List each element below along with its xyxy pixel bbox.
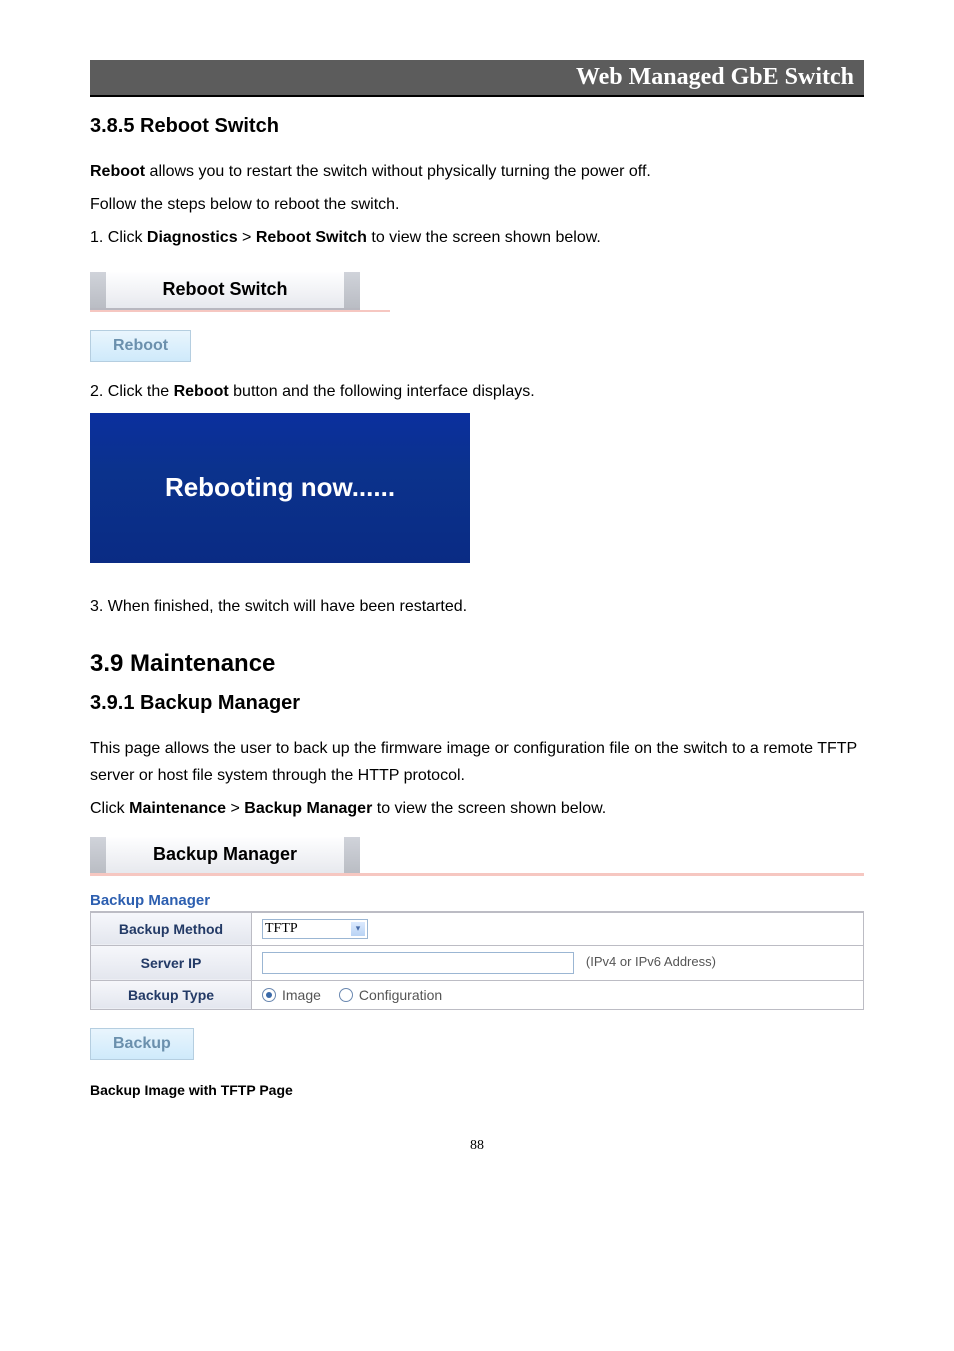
reboot-intro-line1: Reboot allows you to restart the switch … <box>90 158 864 185</box>
nav-mid: > <box>226 800 244 817</box>
nav-prefix: Click <box>90 800 129 817</box>
step2-suffix: button and the following interface displ… <box>229 383 535 400</box>
nav-backup-manager: Backup Manager <box>244 800 372 817</box>
nav-maintenance: Maintenance <box>129 800 226 817</box>
step1-diagnostics: Diagnostics <box>147 229 238 246</box>
server-ip-input[interactable] <box>262 952 574 974</box>
page-number: 88 <box>90 1138 864 1154</box>
radio-image[interactable] <box>262 988 276 1002</box>
backup-caption: Backup Image with TFTP Page <box>90 1082 864 1098</box>
backup-manager-section-label: Backup Manager <box>90 892 864 912</box>
rebooting-text: Rebooting now...... <box>165 472 395 503</box>
row-backup-method: Backup Method TFTP ▾ <box>91 912 864 945</box>
backup-method-select[interactable]: TFTP ▾ <box>262 919 368 939</box>
chapter-heading-maintenance: 3.9 Maintenance <box>90 650 864 678</box>
backup-intro: This page allows the user to back up the… <box>90 735 864 789</box>
reboot-intro-rest: allows you to restart the switch without… <box>145 163 651 180</box>
step1-reboot-switch: Reboot Switch <box>256 229 367 246</box>
backup-panel-header: Backup Manager <box>90 837 864 876</box>
reboot-button[interactable]: Reboot <box>90 330 191 362</box>
server-ip-cell: (IPv4 or IPv6 Address) <box>252 945 864 980</box>
radio-configuration[interactable] <box>339 988 353 1002</box>
step1-prefix: 1. Click <box>90 229 147 246</box>
document-header-title: Web Managed GbE Switch <box>576 64 854 90</box>
server-ip-label: Server IP <box>91 945 252 980</box>
backup-nav: Click Maintenance > Backup Manager to vi… <box>90 795 864 822</box>
step1-mid: > <box>238 229 256 246</box>
backup-type-label: Backup Type <box>91 980 252 1009</box>
step1-suffix: to view the screen shown below. <box>367 229 601 246</box>
backup-button[interactable]: Backup <box>90 1028 194 1060</box>
reboot-step1: 1. Click Diagnostics > Reboot Switch to … <box>90 224 864 251</box>
row-backup-type: Backup Type Image Configuration <box>91 980 864 1009</box>
section-heading-reboot: 3.8.5 Reboot Switch <box>90 115 864 138</box>
server-ip-hint: (IPv4 or IPv6 Address) <box>586 954 716 969</box>
reboot-step3: 3. When finished, the switch will have b… <box>90 593 864 620</box>
nav-suffix: to view the screen shown below. <box>372 800 606 817</box>
backup-panel-title: Backup Manager <box>106 837 344 873</box>
row-server-ip: Server IP (IPv4 or IPv6 Address) <box>91 945 864 980</box>
backup-form-table: Backup Method TFTP ▾ Server IP (IPv4 or … <box>90 912 864 1010</box>
radio-configuration-label: Configuration <box>359 987 442 1003</box>
backup-method-label: Backup Method <box>91 912 252 945</box>
section-heading-backup-manager: 3.9.1 Backup Manager <box>90 692 864 715</box>
radio-image-label: Image <box>282 987 321 1003</box>
chevron-down-icon: ▾ <box>351 922 365 936</box>
rebooting-splash: Rebooting now...... <box>90 413 470 563</box>
step2-reboot-bold: Reboot <box>174 383 229 400</box>
step2-prefix: 2. Click the <box>90 383 174 400</box>
reboot-intro-line2: Follow the steps below to reboot the swi… <box>90 191 864 218</box>
reboot-panel-header: Reboot Switch <box>90 272 360 312</box>
backup-type-cell: Image Configuration <box>252 980 864 1009</box>
backup-method-value: TFTP <box>265 921 298 937</box>
reboot-step2: 2. Click the Reboot button and the follo… <box>90 378 864 405</box>
reboot-word-bold: Reboot <box>90 163 145 180</box>
reboot-panel-title: Reboot Switch <box>106 272 344 308</box>
backup-method-cell: TFTP ▾ <box>252 912 864 945</box>
document-header: Web Managed GbE Switch <box>90 60 864 97</box>
